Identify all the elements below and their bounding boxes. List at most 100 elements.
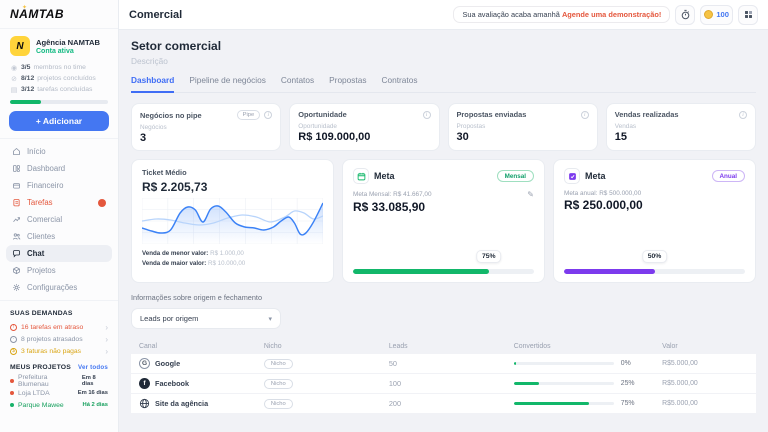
workspace-card[interactable]: N Agência NAMTAB Conta ativa — [0, 29, 118, 60]
chevron-down-icon: ▾ — [268, 315, 272, 323]
tab-contratos[interactable]: Contratos — [382, 75, 418, 92]
clients-icon — [12, 232, 21, 241]
meta-progress-bar — [564, 269, 745, 274]
project-item[interactable]: Loja LTDA Em 16 dias — [10, 387, 108, 399]
demands-title: SUAS DEMANDAS — [10, 310, 108, 317]
info-icon[interactable]: i — [739, 111, 747, 119]
workspace-stats: ◉ 3/5 membros no time ⊘ 8/12 projetos co… — [0, 60, 118, 95]
table-row-facebook[interactable]: fFacebook Nicho 100 25% R$5.000,00 — [131, 374, 756, 393]
demand-item-projects[interactable]: · 8 projetos atrasados › — [10, 333, 108, 345]
kpi-row: Negócios no pipe Pipe i Negócios 3 Oport… — [131, 103, 756, 151]
sidebar-item-dashboard[interactable]: Dashboard — [6, 160, 112, 177]
facebook-icon: f — [139, 378, 150, 389]
project-due: Há 2 dias — [83, 402, 108, 408]
project-name: Prefeitura Blumenau — [18, 374, 78, 388]
ticket-value: R$ 2.205,73 — [142, 180, 323, 194]
sidebar-item-financeiro[interactable]: Financeiro — [6, 177, 112, 194]
sidebar: NAMTAB ✦ N Agência NAMTAB Conta ativa ◉ … — [0, 0, 119, 432]
origins-section-title: Informações sobre origem e fechamento — [131, 293, 756, 302]
wallet-icon — [12, 181, 21, 190]
timer-button[interactable] — [675, 5, 695, 25]
main-area: Comercial Sua avaliação acaba amanhã Age… — [119, 0, 768, 432]
projects-title: MEUS PROJETOS — [10, 364, 71, 371]
meta-value: R$ 33.085,90 — [353, 200, 534, 214]
table-row-site[interactable]: Site da agência Nicho 200 75% R$5.000,00 — [131, 394, 756, 413]
tasks-icon — [12, 198, 21, 207]
topbar: Comercial Sua avaliação acaba amanhã Age… — [119, 0, 768, 30]
star-icon: ✦ — [22, 4, 27, 11]
info-icon[interactable]: i — [264, 111, 272, 119]
workspace-name: Agência NAMTAB — [36, 38, 100, 47]
stat-value: 3/12 — [21, 86, 34, 93]
ticket-medio-card: Ticket Médio R$ 2.205,73 — [131, 159, 334, 283]
workspace-progress-fill — [10, 100, 41, 104]
tab-bar: Dashboard Pipeline de negócios Contatos … — [131, 75, 756, 93]
invoice-icon: $ — [10, 348, 17, 355]
stat-label: tarefas concluídas — [37, 86, 92, 93]
add-button[interactable]: + Adicionar — [9, 111, 109, 131]
sidebar-item-tarefas[interactable]: Tarefas — [6, 194, 112, 211]
apps-grid-button[interactable] — [738, 5, 758, 25]
cube-icon — [12, 266, 21, 275]
project-item[interactable]: Prefeitura Blumenau Em 8 dias — [10, 375, 108, 387]
kpi-propostas: Propostas enviadas i Propostas 30 — [448, 103, 598, 151]
check-circle-icon: ⊘ — [10, 75, 18, 83]
meta-value: R$ 250.000,00 — [564, 198, 745, 212]
sidebar-item-comercial[interactable]: Comercial — [6, 211, 112, 228]
sidebar-item-configuracoes[interactable]: Configurações — [6, 279, 112, 296]
info-icon[interactable]: i — [581, 111, 589, 119]
sidebar-item-projetos[interactable]: Projetos — [6, 262, 112, 279]
stopwatch-icon — [680, 9, 691, 20]
meta-mensal-card: Meta Mensal Meta Mensal: R$ 41.667,00 ✎ … — [342, 159, 545, 283]
chat-icon — [12, 249, 21, 258]
sidebar-item-chat[interactable]: Chat — [6, 245, 112, 262]
trial-notice: Sua avaliação acaba amanhã — [462, 10, 559, 19]
chevron-right-icon: › — [105, 335, 108, 344]
stat-members: ◉ 3/5 membros no time — [10, 62, 108, 73]
status-dot — [10, 379, 14, 383]
meta-anual-card: Meta Anual Meta anual: R$ 500.000,00 R$ … — [553, 159, 756, 283]
stat-value: 8/12 — [21, 75, 34, 82]
kpi-vendas: Vendas realizadas i Vendas 15 — [606, 103, 756, 151]
person-icon: ◉ — [10, 64, 18, 72]
table-header: Canal Nicho Leads Convertidos Valor — [131, 338, 756, 354]
stat-label: membros no time — [33, 64, 86, 71]
chevron-right-icon: › — [105, 347, 108, 356]
info-icon[interactable]: i — [423, 111, 431, 119]
edit-icon[interactable]: ✎ — [527, 190, 534, 199]
workspace-avatar: N — [10, 36, 30, 56]
kpi-oportunidade: Oportunidade i Oportunidade R$ 109.000,0… — [289, 103, 439, 151]
tarefas-badge — [98, 199, 106, 207]
project-name: Parque Mawee — [18, 402, 64, 409]
page-description[interactable]: Descrição — [131, 56, 756, 66]
sidebar-item-clientes[interactable]: Clientes — [6, 228, 112, 245]
niche-badge: Nicho — [264, 399, 293, 409]
see-all-link[interactable]: Ver todos — [78, 364, 108, 371]
kpi-value: 30 — [457, 131, 589, 143]
sidebar-item-inicio[interactable]: Início — [6, 143, 112, 160]
tab-propostas[interactable]: Propostas — [329, 75, 366, 92]
niche-badge: Nicho — [264, 359, 293, 369]
trial-cta-link[interactable]: Agende uma demonstração! — [562, 10, 661, 19]
tab-dashboard[interactable]: Dashboard — [131, 75, 174, 93]
demand-item-invoices[interactable]: $ 3 faturas não pagas › — [10, 345, 108, 357]
progress-tooltip: 50% — [642, 250, 668, 263]
content: Setor comercial Descrição Dashboard Pipe… — [119, 30, 768, 432]
leads-origin-select[interactable]: Leads por origem ▾ — [131, 308, 281, 329]
stat-label: projetos concluídos — [37, 75, 96, 82]
trial-banner[interactable]: Sua avaliação acaba amanhã Agende uma de… — [453, 6, 670, 23]
table-row-google[interactable]: GGoogle Nicho 50 0% R$5.000,00 — [131, 354, 756, 373]
stat-value: 3/5 — [21, 64, 30, 71]
stat-projects: ⊘ 8/12 projetos concluídos — [10, 73, 108, 84]
demand-item-tasks[interactable]: ! 16 tarefas em atraso › — [10, 321, 108, 333]
project-item[interactable]: Parque Mawee Há 2 dias — [10, 399, 108, 411]
niche-badge: Nicho — [264, 379, 293, 389]
project-name: Loja LTDA — [18, 390, 50, 397]
tab-contatos[interactable]: Contatos — [281, 75, 314, 92]
status-dot — [10, 391, 14, 395]
coins-button[interactable]: 100 — [700, 5, 733, 25]
gear-icon — [12, 283, 21, 292]
origins-section: Informações sobre origem e fechamento Le… — [131, 293, 756, 413]
tab-pipeline[interactable]: Pipeline de negócios — [189, 75, 266, 92]
google-icon: G — [139, 358, 150, 369]
